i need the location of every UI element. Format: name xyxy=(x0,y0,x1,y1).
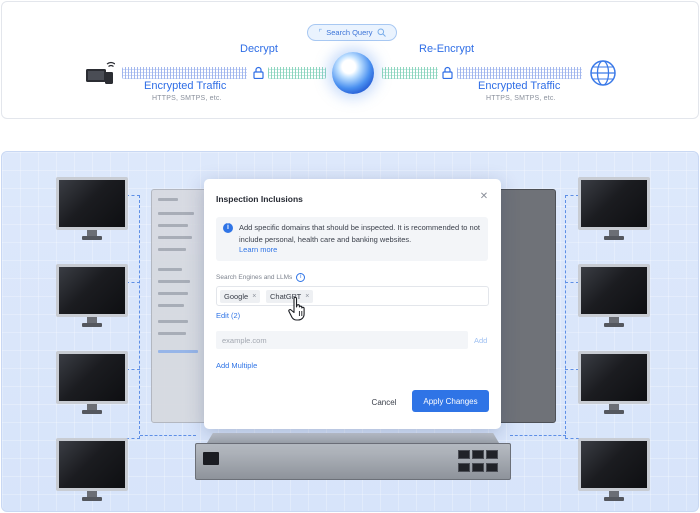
pointer-hand-icon xyxy=(288,296,305,321)
network-switch xyxy=(195,433,511,480)
connector-right-mid1 xyxy=(565,282,579,283)
connector-left-mid1 xyxy=(126,282,140,283)
right-traffic-title: Encrypted Traffic xyxy=(478,80,561,92)
info-banner: i Add specific domains that should be in… xyxy=(216,217,488,261)
decrypt-label: Decrypt xyxy=(240,43,278,55)
domain-tags-field[interactable]: Google × ChatGPT × xyxy=(216,286,489,306)
left-traffic-title: Encrypted Traffic xyxy=(144,80,227,92)
wifi-device-icon xyxy=(86,61,115,84)
client-monitor xyxy=(56,264,128,330)
apply-changes-button[interactable]: Apply Changes xyxy=(412,390,489,412)
close-icon[interactable]: ✕ xyxy=(479,192,489,202)
client-monitor xyxy=(578,351,650,417)
right-traffic-subtitle: HTTPS, SMTPS, etc. xyxy=(486,95,556,102)
search-query-pill: ⌜ Search Query xyxy=(307,24,397,41)
domain-tag: Google × xyxy=(220,290,261,303)
traffic-flow-card: ⌜ Search Query Decrypt Re-Encrypt Encryp… xyxy=(1,1,699,119)
inspection-inclusions-dialog: Inspection Inclusions ✕ i Add specific d… xyxy=(204,179,501,429)
add-multiple-link[interactable]: Add Multiple xyxy=(216,361,257,370)
learn-more-link[interactable]: Learn more xyxy=(239,245,277,254)
decrypted-stream-right xyxy=(382,67,438,79)
connector-right-mid2 xyxy=(565,369,579,370)
domain-input[interactable] xyxy=(216,331,468,349)
re-encrypt-label: Re-Encrypt xyxy=(419,43,475,55)
search-query-label: Search Query xyxy=(326,28,373,37)
decrypted-stream-left xyxy=(268,67,326,79)
connector-left-switch xyxy=(140,435,196,436)
left-traffic-subtitle: HTTPS, SMTPS, etc. xyxy=(152,95,222,102)
add-button[interactable]: Add xyxy=(474,336,487,345)
client-monitor xyxy=(578,438,650,504)
connector-right-switch xyxy=(510,435,566,436)
info-text: Add specific domains that should be insp… xyxy=(239,223,480,244)
encrypted-stream-right xyxy=(457,67,582,79)
connector-left-mid2 xyxy=(126,369,140,370)
page: ⌜ Search Query Decrypt Re-Encrypt Encryp… xyxy=(0,0,700,513)
background-app-window xyxy=(498,189,556,423)
cancel-button[interactable]: Cancel xyxy=(361,392,407,412)
client-monitor xyxy=(578,264,650,330)
encrypted-stream-left xyxy=(122,67,247,79)
remove-tag-icon[interactable]: × xyxy=(252,293,256,300)
ai-orb-icon xyxy=(332,52,374,94)
edit-link[interactable]: Edit (2) xyxy=(216,311,240,320)
search-engines-label: Search Engines and LLMs xyxy=(216,274,293,281)
client-monitor xyxy=(578,177,650,243)
tag-label: Google xyxy=(224,292,249,301)
globe-icon xyxy=(590,60,616,86)
connector-right xyxy=(565,195,579,439)
info-icon[interactable]: i xyxy=(296,273,306,282)
connector-left xyxy=(126,195,140,439)
client-monitor xyxy=(56,351,128,417)
client-monitor xyxy=(56,177,128,243)
lock-icon xyxy=(253,66,264,79)
lock-icon xyxy=(442,66,453,79)
client-monitor xyxy=(56,438,128,504)
field-label: Search Engines and LLMs i xyxy=(216,273,306,282)
dialog-title: Inspection Inclusions xyxy=(216,194,303,204)
info-icon: i xyxy=(223,223,233,233)
search-icon xyxy=(377,28,386,37)
